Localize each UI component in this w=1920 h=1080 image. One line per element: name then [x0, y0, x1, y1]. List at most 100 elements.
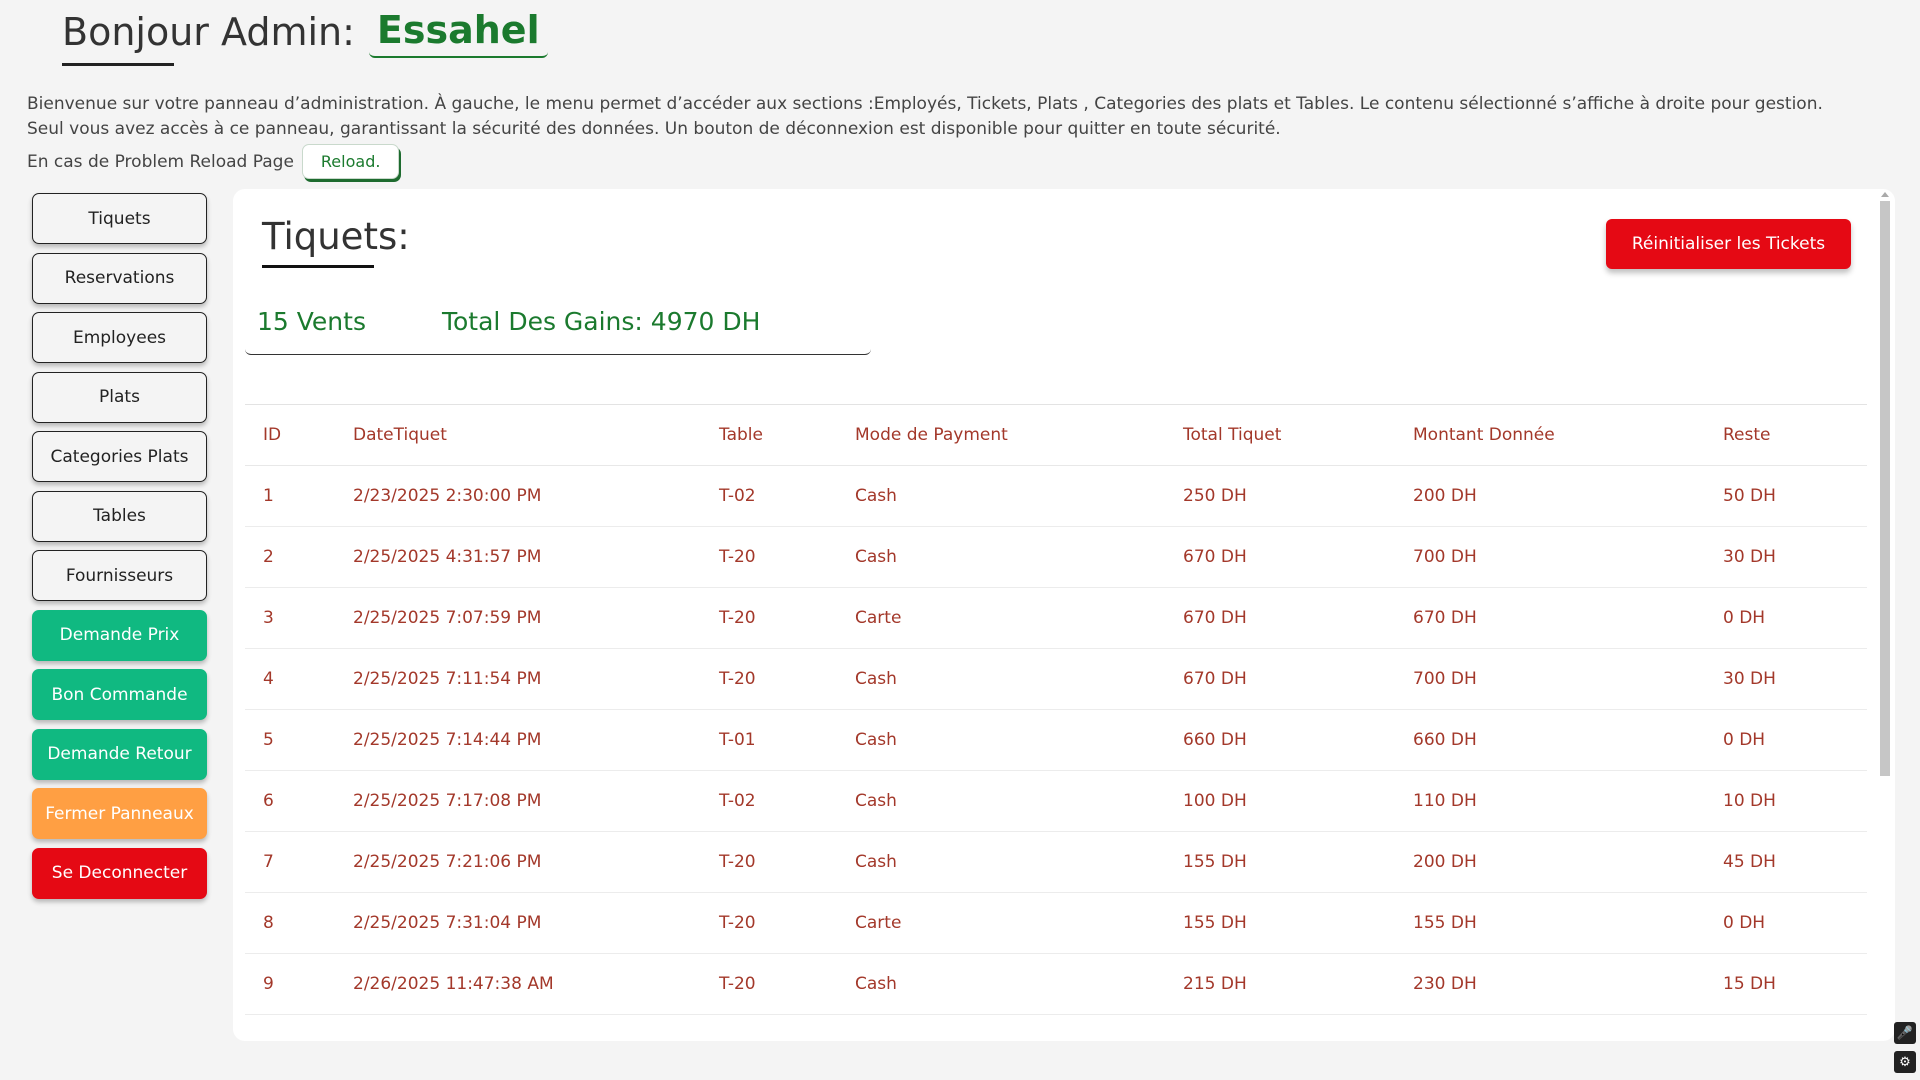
intro-line-2: Seul vous avez accès à ce panneau, garan…	[27, 119, 1281, 139]
table-row[interactable]: 6 2/25/2025 7:17:08 PM T-02 Cash 100 DH 110 D…	[245, 770, 1867, 832]
column-header-id: ID	[245, 405, 335, 466]
page-title: Tiquets:	[262, 215, 410, 268]
cell-date: 2/25/2025 7:17:08 PM	[335, 770, 701, 832]
cell-change: 0 DH	[1705, 587, 1867, 649]
cell-change: 0 DH	[1705, 892, 1867, 954]
close-panels-button[interactable]: Fermer Panneaux	[32, 788, 207, 839]
table-row[interactable]: 9 2/26/2025 11:47:38 AM T-20 Cash 215 DH 230 …	[245, 953, 1867, 1015]
intro-text: Bienvenue sur votre panneau d’administra…	[27, 92, 1897, 142]
sales-summary: 15 Vents Total Des Gains: 4970 DH	[245, 307, 871, 355]
tickets-table: ID DateTiquet Table Mode de Payment Tota…	[245, 405, 1867, 1015]
cell-date: 2/25/2025 7:21:06 PM	[335, 831, 701, 893]
cell-table: T-20	[701, 648, 837, 710]
column-header-payment-mode: Mode de Payment	[837, 405, 1165, 466]
cell-date: 2/25/2025 7:31:04 PM	[335, 892, 701, 954]
cell-date: 2/25/2025 7:14:44 PM	[335, 709, 701, 771]
table-row[interactable]: 4 2/25/2025 7:11:54 PM T-20 Cash 670 DH 700 D…	[245, 648, 1867, 710]
cell-id: 7	[245, 831, 335, 893]
cell-payment-mode: Cash	[837, 526, 1165, 588]
cell-id: 5	[245, 709, 335, 771]
cell-change: 0 DH	[1705, 709, 1867, 771]
sidebar-item-plats[interactable]: Plats	[32, 371, 207, 423]
cell-amount-given: 700 DH	[1395, 526, 1705, 588]
cell-table: T-20	[701, 953, 837, 1015]
column-header-amount-given: Montant Donnée	[1395, 405, 1705, 466]
cell-total: 250 DH	[1165, 465, 1395, 527]
cell-payment-mode: Cash	[837, 709, 1165, 771]
cell-total: 155 DH	[1165, 831, 1395, 893]
table-row[interactable]: 3 2/25/2025 7:07:59 PM T-20 Carte 670 DH 670 …	[245, 587, 1867, 649]
cell-total: 670 DH	[1165, 587, 1395, 649]
sidebar-item-demande-retour[interactable]: Demande Retour	[32, 728, 207, 780]
cell-payment-mode: Carte	[837, 892, 1165, 954]
cell-change: 50 DH	[1705, 465, 1867, 527]
cell-date: 2/26/2025 11:47:38 AM	[335, 953, 701, 1015]
tickets-table-container: ID DateTiquet Table Mode de Payment Tota…	[245, 404, 1867, 1015]
cell-total: 670 DH	[1165, 526, 1395, 588]
cell-amount-given: 200 DH	[1395, 465, 1705, 527]
cell-payment-mode: Carte	[837, 587, 1165, 649]
cell-total: 670 DH	[1165, 648, 1395, 710]
cell-payment-mode: Cash	[837, 648, 1165, 710]
column-header-total: Total Tiquet	[1165, 405, 1395, 466]
table-row[interactable]: 1 2/23/2025 2:30:00 PM T-02 Cash 250 DH 200 D…	[245, 465, 1867, 527]
cell-date: 2/25/2025 4:31:57 PM	[335, 526, 701, 588]
cell-payment-mode: Cash	[837, 770, 1165, 832]
sidebar-item-bon-commande[interactable]: Bon Commande	[32, 669, 207, 720]
cell-amount-given: 700 DH	[1395, 648, 1705, 710]
cell-amount-given: 110 DH	[1395, 770, 1705, 832]
cell-payment-mode: Cash	[837, 953, 1165, 1015]
sidebar: Tiquets Reservations Employees Plats Cat…	[32, 193, 207, 907]
tickets-panel: Tiquets: Réinitialiser les Tickets 15 Ve…	[233, 189, 1895, 1041]
sales-count: 15 Vents	[257, 307, 366, 336]
table-header-row: ID DateTiquet Table Mode de Payment Tota…	[245, 405, 1867, 466]
table-body: 1 2/23/2025 2:30:00 PM T-02 Cash 250 DH 200 D…	[245, 465, 1867, 1015]
scrollbar-thumb[interactable]	[1880, 201, 1890, 776]
table-row[interactable]: 8 2/25/2025 7:31:04 PM T-20 Carte 155 DH 155 …	[245, 892, 1867, 954]
sidebar-item-fournisseurs[interactable]: Fournisseurs	[32, 550, 207, 601]
cell-id: 4	[245, 648, 335, 710]
microphone-icon[interactable]: 🎤	[1894, 1022, 1916, 1044]
cell-change: 30 DH	[1705, 648, 1867, 710]
cell-change: 15 DH	[1705, 953, 1867, 1015]
reload-text: En cas de Problem Reload Page	[27, 151, 294, 172]
intro-line-1: Bienvenue sur votre panneau d’administra…	[27, 94, 1823, 114]
cell-id: 8	[245, 892, 335, 954]
cell-change: 45 DH	[1705, 831, 1867, 893]
table-row[interactable]: 5 2/25/2025 7:14:44 PM T-01 Cash 660 DH 660 D…	[245, 709, 1867, 771]
cell-date: 2/25/2025 7:07:59 PM	[335, 587, 701, 649]
cell-table: T-20	[701, 587, 837, 649]
cell-table: T-20	[701, 831, 837, 893]
sidebar-item-demande-prix[interactable]: Demande Prix	[32, 609, 207, 661]
cell-total: 100 DH	[1165, 770, 1395, 832]
cell-payment-mode: Cash	[837, 831, 1165, 893]
cell-total: 215 DH	[1165, 953, 1395, 1015]
cell-amount-given: 230 DH	[1395, 953, 1705, 1015]
reload-button[interactable]: Reload.	[301, 144, 400, 179]
corner-tools: 🎤 ⚙	[1894, 1022, 1916, 1080]
cell-table: T-02	[701, 465, 837, 527]
cell-table: T-20	[701, 892, 837, 954]
greeting-text: Bonjour Admin:	[62, 10, 355, 66]
settings-icon[interactable]: ⚙	[1894, 1051, 1916, 1073]
cell-amount-given: 155 DH	[1395, 892, 1705, 954]
cell-amount-given: 670 DH	[1395, 587, 1705, 649]
table-row[interactable]: 2 2/25/2025 4:31:57 PM T-20 Cash 670 DH 700 D…	[245, 526, 1867, 588]
sidebar-item-tables[interactable]: Tables	[32, 490, 207, 542]
cell-id: 9	[245, 953, 335, 1015]
cell-table: T-02	[701, 770, 837, 832]
sidebar-item-employees[interactable]: Employees	[32, 312, 207, 363]
cell-payment-mode: Cash	[837, 465, 1165, 527]
sidebar-item-tiquets[interactable]: Tiquets	[32, 193, 207, 244]
cell-change: 30 DH	[1705, 526, 1867, 588]
sidebar-item-reservations[interactable]: Reservations	[32, 252, 207, 304]
scroll-up-arrow[interactable]	[1881, 192, 1889, 197]
column-header-date: DateTiquet	[335, 405, 701, 466]
logout-button[interactable]: Se Deconnecter	[32, 847, 207, 899]
cell-change: 10 DH	[1705, 770, 1867, 832]
cell-total: 660 DH	[1165, 709, 1395, 771]
table-row[interactable]: 7 2/25/2025 7:21:06 PM T-20 Cash 155 DH 200 D…	[245, 831, 1867, 893]
cell-amount-given: 200 DH	[1395, 831, 1705, 893]
sidebar-item-categories-plats[interactable]: Categories Plats	[32, 431, 207, 482]
reset-tickets-button[interactable]: Réinitialiser les Tickets	[1606, 219, 1851, 269]
